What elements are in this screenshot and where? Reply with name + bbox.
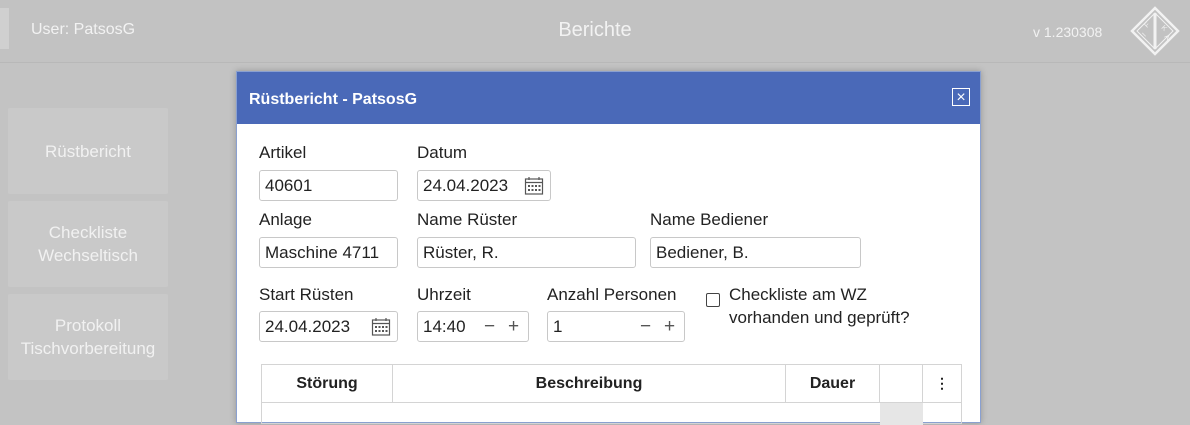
sidebar-item-checkliste-wechseltisch[interactable]: Checkliste Wechseltisch <box>8 201 168 287</box>
svg-text:K: K <box>1160 24 1168 32</box>
decrement-button[interactable]: − <box>640 312 651 341</box>
stoerung-table: Störung Beschreibung Dauer ⋮ <box>261 364 962 425</box>
anlage-field[interactable]: Maschine 4711 <box>259 237 398 268</box>
increment-button[interactable]: + <box>508 312 519 341</box>
name-ruester-label: Name Rüster <box>417 210 518 229</box>
increment-button[interactable]: + <box>664 312 675 341</box>
checkliste-checkbox[interactable] <box>706 293 720 307</box>
uhrzeit-stepper[interactable]: 14:40 − + <box>417 311 529 342</box>
calendar-icon[interactable] <box>524 176 544 196</box>
dialog-title: Rüstbericht - PatsosG <box>249 91 418 108</box>
artikel-field[interactable]: 40601 <box>259 170 398 201</box>
close-button[interactable]: × <box>952 88 970 106</box>
sidebar-item-label: Protokoll Tischvorbereitung <box>20 316 156 358</box>
anzahl-personen-label: Anzahl Personen <box>547 285 677 304</box>
sidebar-item-ruestbericht[interactable]: Rüstbericht <box>8 108 168 194</box>
name-bediener-field[interactable]: Bediener, B. <box>650 237 861 268</box>
decrement-button[interactable]: − <box>484 312 495 341</box>
svg-text:I: I <box>1141 32 1147 38</box>
start-ruesten-field[interactable]: 24.04.2023 <box>259 311 398 342</box>
column-header-empty <box>880 365 923 402</box>
ruestbericht-dialog: Rüstbericht - PatsosG × Artikel 40601 Da… <box>236 71 981 425</box>
version-label: v 1.230308 <box>1033 24 1103 40</box>
close-icon: × <box>956 89 966 106</box>
svg-text:F: F <box>1143 21 1151 29</box>
column-menu-icon[interactable]: ⋮ <box>923 365 961 402</box>
anlage-label: Anlage <box>259 210 312 229</box>
column-header-stoerung[interactable]: Störung <box>262 365 393 402</box>
column-header-dauer[interactable]: Dauer <box>786 365 880 402</box>
row-divider <box>262 402 961 403</box>
datum-field[interactable]: 24.04.2023 <box>417 170 551 201</box>
artikel-label: Artikel <box>259 143 307 162</box>
page-title: Berichte <box>558 19 632 41</box>
top-bar: User: PatsosG Berichte v 1.230308 F K A … <box>0 0 1190 63</box>
sidebar-item-label: Checkliste Wechseltisch <box>38 223 138 265</box>
datum-value: 24.04.2023 <box>423 176 509 195</box>
uhrzeit-value: 14:40 <box>423 317 466 336</box>
start-ruesten-label: Start Rüsten <box>259 285 354 304</box>
checkliste-label: Checkliste am WZ vorhanden und geprüft? <box>729 285 910 327</box>
anzahl-personen-value: 1 <box>553 317 563 336</box>
datum-label: Datum <box>417 143 468 162</box>
sidebar-item-protokoll-tischvorbereitung[interactable]: Protokoll Tischvorbereitung <box>8 294 168 380</box>
anzahl-personen-stepper[interactable]: 1 − + <box>547 311 685 342</box>
calendar-icon[interactable] <box>371 317 391 337</box>
dialog-header: Rüstbericht - PatsosG × <box>237 72 980 124</box>
uhrzeit-label: Uhrzeit <box>417 285 471 304</box>
table-row <box>880 403 923 425</box>
column-header-beschreibung[interactable]: Beschreibung <box>393 365 786 402</box>
start-ruesten-value: 24.04.2023 <box>265 317 351 336</box>
name-bediener-label: Name Bediener <box>650 210 769 229</box>
sidebar-item-label: Rüstbericht <box>45 141 131 161</box>
company-logo-icon: F K A I <box>1130 6 1180 56</box>
name-ruester-field[interactable]: Rüster, R. <box>417 237 636 268</box>
